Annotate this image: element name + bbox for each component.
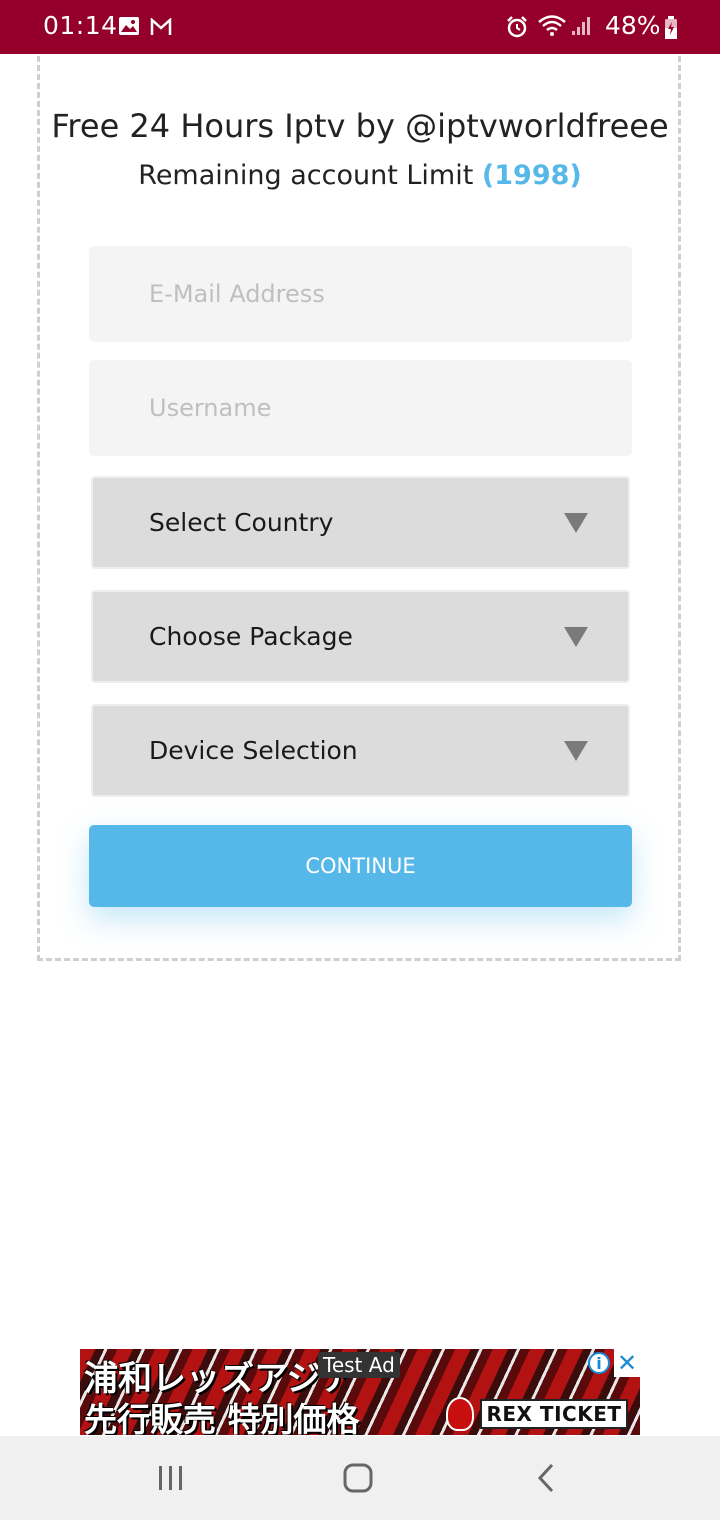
dropdown-arrow-icon <box>564 513 588 533</box>
device-select-label: Device Selection <box>149 736 358 765</box>
ad-ticket-label: REX TICKET <box>480 1399 628 1429</box>
device-select[interactable]: Device Selection <box>91 704 630 797</box>
wifi-icon <box>537 14 567 38</box>
package-select-label: Choose Package <box>149 622 353 651</box>
username-field[interactable]: Username <box>89 360 632 456</box>
image-icon <box>118 16 140 36</box>
dropdown-arrow-icon <box>564 627 588 647</box>
limit-value: (1998) <box>481 160 582 191</box>
country-select[interactable]: Select Country <box>91 476 630 569</box>
gmail-icon <box>150 18 172 36</box>
ad-info-icon[interactable]: i <box>588 1352 610 1374</box>
email-placeholder: E-Mail Address <box>149 280 325 308</box>
dropdown-arrow-icon <box>564 741 588 761</box>
recent-apps-icon[interactable] <box>141 1458 201 1498</box>
status-bar: 01:14 48% <box>0 0 720 54</box>
home-icon[interactable] <box>328 1458 388 1498</box>
battery-icon <box>664 16 678 40</box>
ad-test-label: Test Ad <box>318 1352 400 1378</box>
ad-banner[interactable]: 浦和レッズアジア 先行販売 特別価格 Test Ad i ✕ REX TICKE… <box>80 1349 640 1435</box>
navigation-bar <box>0 1436 720 1520</box>
account-limit-line: Remaining account Limit (1998) <box>0 160 720 191</box>
package-select[interactable]: Choose Package <box>91 590 630 683</box>
username-placeholder: Username <box>149 394 272 422</box>
ad-subheadline: 先行販売 特別価格 <box>84 1400 360 1435</box>
limit-label: Remaining account Limit <box>138 160 474 191</box>
battery-percentage: 48% <box>605 11 661 40</box>
page-title: Free 24 Hours Iptv by @iptvworldfreee <box>51 107 669 145</box>
ad-close-icon[interactable]: ✕ <box>614 1349 640 1377</box>
back-icon[interactable] <box>516 1458 576 1498</box>
alarm-icon <box>505 15 529 39</box>
club-crest-icon <box>446 1397 474 1431</box>
status-time: 01:14 <box>43 11 118 40</box>
email-field[interactable]: E-Mail Address <box>89 246 632 342</box>
country-select-label: Select Country <box>149 508 334 537</box>
continue-button[interactable]: CONTINUE <box>89 825 632 907</box>
signal-icon <box>571 16 593 36</box>
